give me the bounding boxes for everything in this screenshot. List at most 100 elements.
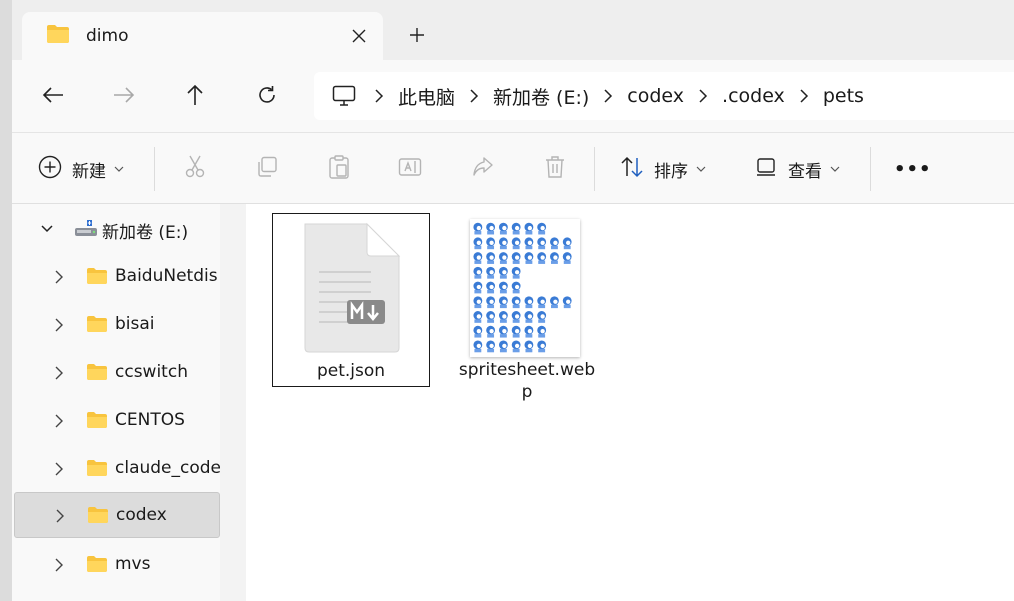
file-name: pet.json: [316, 361, 386, 381]
sort-button-label: 排序: [654, 161, 688, 182]
folder-icon: [86, 267, 108, 289]
arrow-left-icon: [42, 86, 64, 108]
plus-icon: [409, 27, 425, 47]
pane-splitter[interactable]: [220, 204, 246, 601]
chevron-down-icon: [114, 166, 124, 172]
more-icon: •••: [894, 158, 932, 180]
forward-button[interactable]: [107, 80, 141, 114]
folder-icon: [87, 506, 109, 528]
arrow-right-icon: [113, 86, 135, 108]
tab-title: dimo: [86, 26, 129, 46]
sidebar-item-baidunetdisk[interactable]: BaiduNetdis: [14, 254, 220, 300]
toolbar-divider: [594, 147, 595, 191]
file-name-continued: p: [521, 382, 533, 402]
markdown-file-icon: [301, 222, 401, 358]
sort-icon: [620, 156, 644, 182]
spritesheet-thumbnail: [470, 219, 580, 357]
sidebar-item-bisai[interactable]: bisai: [14, 302, 220, 348]
breadcrumb-this-pc[interactable]: 此电脑: [398, 83, 455, 110]
sidebar-item-ccswitch[interactable]: ccswitch: [14, 350, 220, 396]
toolbar-divider: [154, 147, 155, 191]
sidebar-item-mvs[interactable]: mvs: [14, 542, 220, 588]
drive-icon: [74, 218, 98, 242]
chevron-right-icon: [469, 89, 479, 103]
navigation-pane: 新加卷 (E:) BaiduNetdis bisai ccswitch CENT…: [12, 204, 220, 601]
sidebar-item-centos[interactable]: CENTOS: [14, 398, 220, 444]
file-name: spritesheet.web: [458, 360, 596, 380]
scissors-icon: [184, 155, 206, 183]
view-icon: [756, 157, 778, 181]
folder-icon: [86, 411, 108, 433]
delete-button[interactable]: [544, 133, 566, 205]
close-icon[interactable]: [347, 24, 371, 48]
copy-button[interactable]: [256, 133, 278, 205]
up-button[interactable]: [178, 80, 212, 114]
rename-icon: [398, 156, 422, 182]
chevron-right-icon: [55, 508, 65, 527]
folder-icon: [86, 555, 108, 577]
sidebar-item-label: bisai: [115, 314, 155, 334]
desktop-edge: [0, 0, 12, 601]
address-bar[interactable]: 此电脑 新加卷 (E:) codex .codex pets: [314, 72, 1014, 120]
refresh-button[interactable]: [250, 80, 284, 114]
file-item-spritesheet-webp[interactable]: spritesheet.web p: [448, 213, 606, 402]
sidebar-item-label: mvs: [115, 554, 151, 574]
plus-circle-icon: [38, 155, 62, 183]
chevron-right-icon: [698, 89, 708, 103]
sidebar-item-label: ccswitch: [115, 362, 188, 382]
sidebar-item-label: claude_code: [115, 458, 220, 478]
back-button[interactable]: [36, 80, 70, 114]
chevron-right-icon: [54, 557, 64, 576]
refresh-icon: [257, 85, 277, 109]
clipboard-icon: [328, 155, 350, 183]
chevron-down-icon: [696, 166, 706, 172]
chevron-right-icon: [799, 89, 809, 103]
breadcrumb-pets[interactable]: pets: [823, 85, 864, 107]
chevron-right-icon: [54, 413, 64, 432]
copy-icon: [256, 156, 278, 182]
view-button[interactable]: 查看: [756, 133, 840, 205]
paste-button[interactable]: [328, 133, 350, 205]
chevron-right-icon: [374, 89, 384, 103]
breadcrumb-dot-codex[interactable]: .codex: [722, 85, 785, 107]
rename-button[interactable]: [398, 133, 422, 205]
breadcrumb-drive-e[interactable]: 新加卷 (E:): [493, 83, 589, 110]
chevron-right-icon: [54, 461, 64, 480]
computer-icon: [332, 85, 356, 107]
chevron-right-icon: [603, 89, 613, 103]
folder-icon: [86, 315, 108, 337]
navigation-bar: 此电脑 新加卷 (E:) codex .codex pets: [12, 60, 1014, 132]
folder-icon: [86, 363, 108, 385]
chevron-down-icon: [830, 166, 840, 172]
sidebar-item-codex[interactable]: codex: [14, 492, 220, 538]
file-item-pet-json[interactable]: pet.json: [272, 213, 430, 387]
sidebar-item-drive-e[interactable]: 新加卷 (E:): [14, 206, 220, 252]
sidebar-item-claude-code[interactable]: claude_code: [14, 446, 220, 492]
new-button[interactable]: 新建: [38, 133, 124, 205]
more-options-button[interactable]: •••: [894, 133, 932, 205]
toolbar-divider: [870, 147, 871, 191]
new-tab-button[interactable]: [404, 24, 430, 50]
sort-button[interactable]: 排序: [620, 133, 706, 205]
arrow-up-icon: [186, 84, 204, 110]
folder-icon: [46, 24, 70, 48]
sidebar-item-label: CENTOS: [115, 410, 185, 430]
share-icon: [472, 156, 494, 182]
new-button-label: 新建: [72, 161, 106, 182]
share-button[interactable]: [472, 133, 494, 205]
breadcrumb-codex[interactable]: codex: [627, 85, 684, 107]
cut-button[interactable]: [184, 133, 206, 205]
command-bar: 新建 排序 查看 •••: [12, 132, 1014, 204]
chevron-right-icon: [54, 269, 64, 288]
file-explorer-window: dimo 此电脑 新加卷 (E:) codex .codex pets 新建 排…: [12, 0, 1014, 601]
sidebar-item-label: codex: [116, 505, 167, 525]
chevron-right-icon: [54, 365, 64, 384]
file-list: pet.json spritesheet.web p: [246, 204, 1014, 601]
sidebar-item-label: BaiduNetdis: [115, 266, 218, 286]
chevron-right-icon: [54, 317, 64, 336]
chevron-down-icon: [40, 221, 54, 240]
folder-icon: [86, 459, 108, 481]
view-button-label: 查看: [788, 161, 822, 182]
trash-icon: [544, 155, 566, 183]
tab-dimo[interactable]: dimo: [22, 12, 383, 60]
